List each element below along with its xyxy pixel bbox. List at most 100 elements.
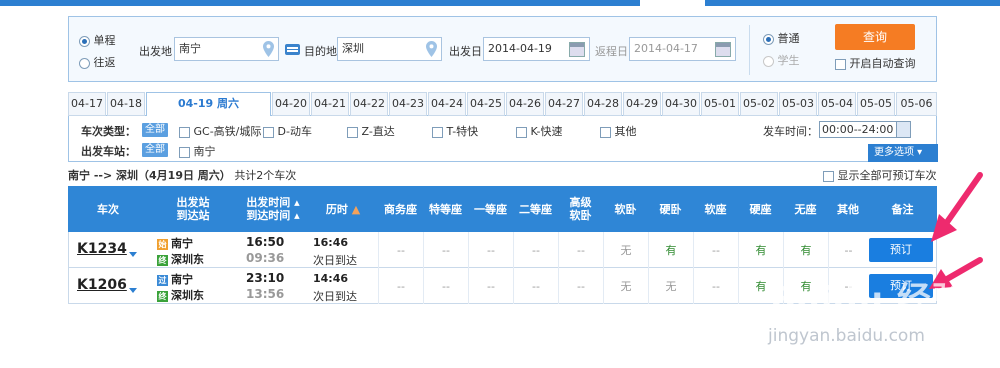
date-tab[interactable]: 05-03 xyxy=(779,92,817,116)
date-tab[interactable]: 04-30 xyxy=(662,92,700,116)
col-stations-bottom: 到达站 xyxy=(176,209,210,222)
show-all-checkbox[interactable]: 显示全部可预订车次 xyxy=(823,167,937,183)
trip-roundtrip-radio[interactable]: 往返 xyxy=(79,54,116,70)
date-tab[interactable]: 05-02 xyxy=(740,92,778,116)
date-tab[interactable]: 04-18 xyxy=(107,92,145,116)
show-all-label: 显示全部可预订车次 xyxy=(837,169,937,182)
calendar-icon[interactable] xyxy=(569,42,585,57)
date-tab[interactable]: 04-24 xyxy=(428,92,466,116)
col-seat: 硬座 xyxy=(749,202,772,216)
to-station: 终深圳东 xyxy=(157,287,204,303)
chevron-down-icon[interactable] xyxy=(129,252,137,257)
seat-cell: -- xyxy=(378,232,423,268)
date-tab[interactable]: 04-27 xyxy=(545,92,583,116)
type-all-button[interactable]: 全部 xyxy=(142,123,168,137)
date-tab-active[interactable]: 04-19 周六 xyxy=(146,92,271,117)
col-time[interactable]: 出发时间 ▴ 到达时间 ▴ xyxy=(238,186,308,232)
return-date-input[interactable]: 2014-04-17 xyxy=(629,37,736,61)
date-tab[interactable]: 04-25 xyxy=(467,92,505,116)
date-tab[interactable]: 04-28 xyxy=(584,92,622,116)
seat-cell: -- xyxy=(468,232,513,268)
date-tab[interactable]: 04-20 xyxy=(272,92,310,116)
date-tabs: 04-17 04-18 04-19 周六 04-20 04-21 04-22 0… xyxy=(68,92,937,117)
seat-cell: 无 xyxy=(603,232,648,268)
ticket-normal-label: 普通 xyxy=(777,32,800,45)
seat-cell: -- xyxy=(468,268,513,304)
terminus-tag-icon: 终 xyxy=(157,290,168,302)
seat-cell: -- xyxy=(693,268,738,304)
station-all-button[interactable]: 全部 xyxy=(142,143,168,157)
col-duration-label: 历时 xyxy=(325,202,348,216)
type-gc-checkbox[interactable]: GC-高铁/城际 xyxy=(179,123,261,139)
divider xyxy=(749,25,750,75)
station-nanning-label: 南宁 xyxy=(193,145,216,158)
arrive-time: 09:36 xyxy=(246,251,285,265)
col-seat: 高级 软卧 xyxy=(569,196,592,222)
from-input[interactable]: 南宁 xyxy=(174,37,279,61)
watermark-logo: Baidu 经验 xyxy=(770,280,967,320)
depart-date-input[interactable]: 2014-04-19 xyxy=(483,37,590,61)
date-tab[interactable]: 05-05 xyxy=(857,92,895,116)
ticket-student-label: 学生 xyxy=(777,54,800,67)
col-duration[interactable]: 历时 ▲ xyxy=(308,186,378,232)
trip-oneway-radio[interactable]: 单程 xyxy=(79,32,116,48)
seat-cell: -- xyxy=(828,232,868,268)
chevron-down-icon[interactable] xyxy=(129,288,137,293)
ticket-normal-radio[interactable]: 普通 xyxy=(763,30,800,46)
seat-cell: 有 xyxy=(783,232,828,268)
duration-note: 次日到达 xyxy=(313,254,357,267)
seat-cell: -- xyxy=(558,232,603,268)
train-number-link[interactable]: K1206 xyxy=(77,277,127,293)
to-input[interactable]: 深圳 xyxy=(337,37,442,61)
book-button[interactable]: 预订 xyxy=(869,238,933,262)
query-button[interactable]: 查询 xyxy=(835,24,915,50)
more-options-button[interactable]: 更多选项 ▾ xyxy=(868,144,938,162)
seat-cell: -- xyxy=(693,232,738,268)
table-row: K1234 始南宁 终深圳东 16:50 09:36 16:46 次日到达 --… xyxy=(68,232,937,268)
route-summary: 南宁 --> 深圳（4月19日 周六） xyxy=(68,169,231,182)
train-number-link[interactable]: K1234 xyxy=(77,241,127,257)
type-t-label: T-特快 xyxy=(446,125,479,138)
type-t-checkbox[interactable]: T-特快 xyxy=(432,123,478,139)
col-stations: 出发站 到达站 xyxy=(148,186,238,232)
date-tab[interactable]: 05-01 xyxy=(701,92,739,116)
date-tab[interactable]: 04-17 xyxy=(68,92,106,116)
calendar-icon[interactable] xyxy=(715,42,731,57)
type-z-checkbox[interactable]: Z-直达 xyxy=(347,123,395,139)
from-station-name: 南宁 xyxy=(171,237,193,250)
col-train: 车次 xyxy=(97,202,119,216)
location-pin-icon xyxy=(426,41,437,57)
col-time-bottom: 到达时间 ▴ xyxy=(246,209,300,222)
seat-cell: -- xyxy=(423,232,468,268)
col-seat: 其他 xyxy=(837,202,859,216)
station-nanning-checkbox[interactable]: 南宁 xyxy=(179,143,216,159)
auto-query-checkbox[interactable]: 开启自动查询 xyxy=(835,55,916,71)
type-k-checkbox[interactable]: K-快速 xyxy=(516,123,563,139)
date-tab[interactable]: 04-29 xyxy=(623,92,661,116)
date-tab[interactable]: 04-23 xyxy=(389,92,427,116)
col-time-top: 出发时间 ▴ xyxy=(246,196,300,209)
top-nav-strip xyxy=(0,0,1000,6)
col-stations-top: 出发站 xyxy=(176,196,210,209)
type-d-checkbox[interactable]: D-动车 xyxy=(263,123,312,139)
col-seat: 商务座 xyxy=(384,202,417,216)
auto-query-label: 开启自动查询 xyxy=(849,57,916,70)
date-tab[interactable]: 04-22 xyxy=(350,92,388,116)
type-k-label: K-快速 xyxy=(530,125,563,138)
arrive-time: 13:56 xyxy=(246,287,285,301)
swap-stations-icon[interactable] xyxy=(285,44,300,55)
depart-time-select[interactable]: 00:00--24:00 xyxy=(819,121,911,138)
seat-cell: 有 xyxy=(738,232,783,268)
type-other-label: 其他 xyxy=(614,125,637,138)
station-label: 出发车站： xyxy=(81,145,136,158)
depart-time-label: 发车时间： xyxy=(763,125,818,138)
type-other-checkbox[interactable]: 其他 xyxy=(600,123,637,139)
date-tab[interactable]: 04-21 xyxy=(311,92,349,116)
date-tab[interactable]: 04-26 xyxy=(506,92,544,116)
date-tab[interactable]: 05-06 xyxy=(896,92,937,116)
date-tab[interactable]: 05-04 xyxy=(818,92,856,116)
ticket-student-radio[interactable]: 学生 xyxy=(763,52,800,68)
from-station: 过南宁 xyxy=(157,271,193,287)
col-seat: 二等座 xyxy=(519,202,552,216)
trip-roundtrip-label: 往返 xyxy=(93,56,116,69)
